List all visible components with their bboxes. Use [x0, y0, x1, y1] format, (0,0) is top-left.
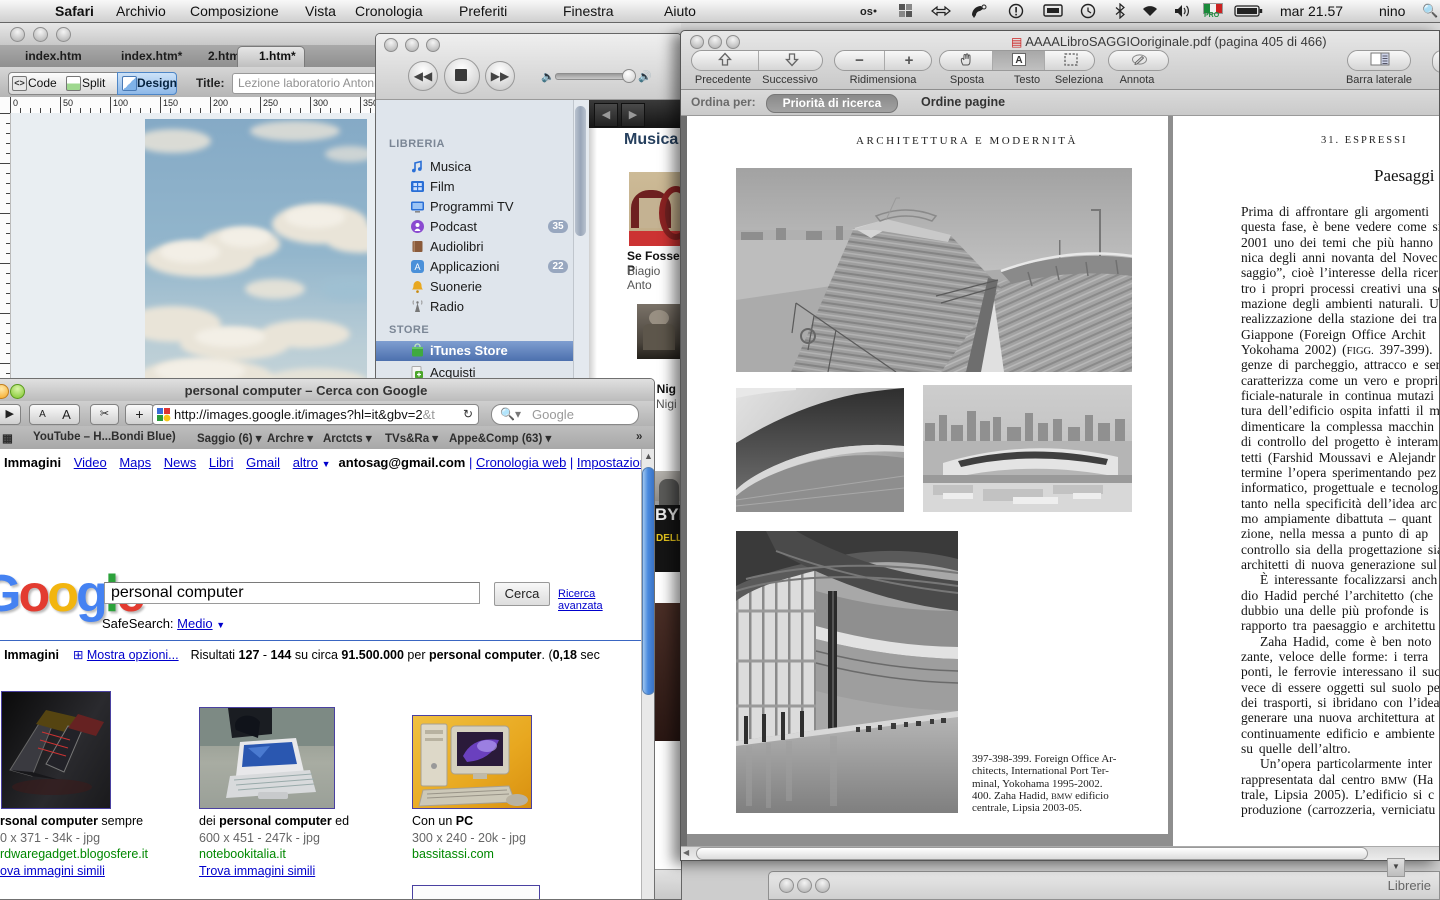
- svg-text:A: A: [1015, 55, 1022, 66]
- svg-text:os: os: [860, 6, 873, 18]
- svg-text:A: A: [414, 262, 420, 272]
